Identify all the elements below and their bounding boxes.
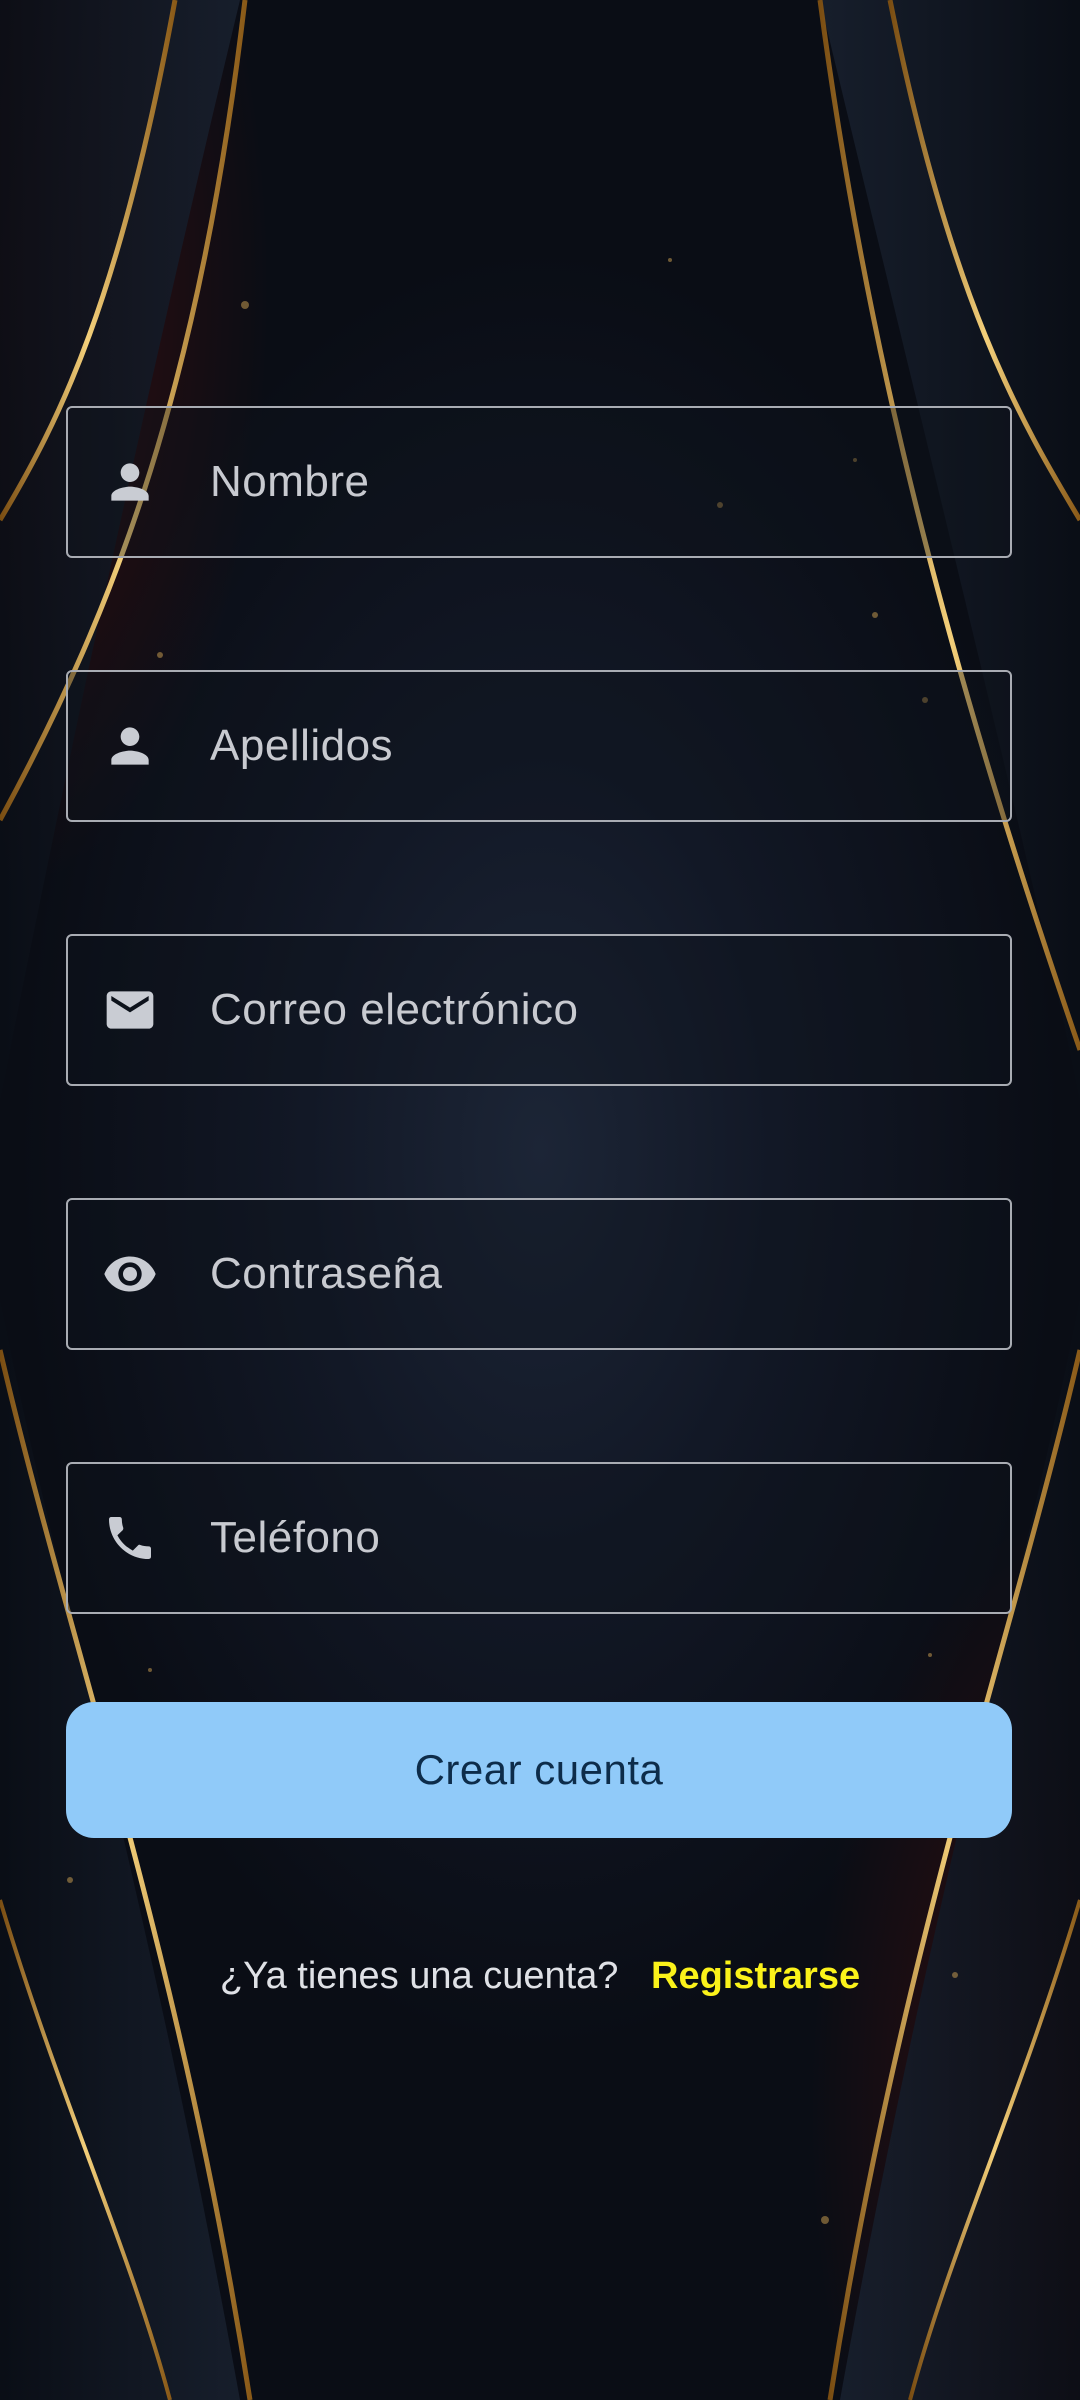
first-name-input[interactable] bbox=[208, 408, 986, 556]
person-icon bbox=[100, 716, 160, 776]
password-field[interactable] bbox=[66, 1198, 1012, 1350]
email-icon bbox=[100, 980, 160, 1040]
create-account-button[interactable]: Crear cuenta bbox=[66, 1702, 1012, 1838]
eye-icon[interactable] bbox=[100, 1244, 160, 1304]
last-name-input[interactable] bbox=[208, 672, 986, 820]
password-input[interactable] bbox=[208, 1200, 986, 1348]
last-name-field[interactable] bbox=[66, 670, 1012, 822]
person-icon bbox=[100, 452, 160, 512]
login-question: ¿Ya tienes una cuenta? bbox=[219, 1955, 619, 1997]
login-prompt: ¿Ya tienes una cuenta? Registrarse bbox=[0, 1955, 1080, 1998]
first-name-field[interactable] bbox=[66, 406, 1012, 558]
signup-screen: Crear cuenta ¿Ya tienes una cuenta? Regi… bbox=[0, 0, 1080, 2400]
phone-input[interactable] bbox=[208, 1464, 986, 1612]
email-input[interactable] bbox=[208, 936, 986, 1084]
register-link[interactable]: Registrarse bbox=[651, 1955, 860, 1997]
phone-field[interactable] bbox=[66, 1462, 1012, 1614]
phone-icon bbox=[100, 1508, 160, 1568]
email-field[interactable] bbox=[66, 934, 1012, 1086]
